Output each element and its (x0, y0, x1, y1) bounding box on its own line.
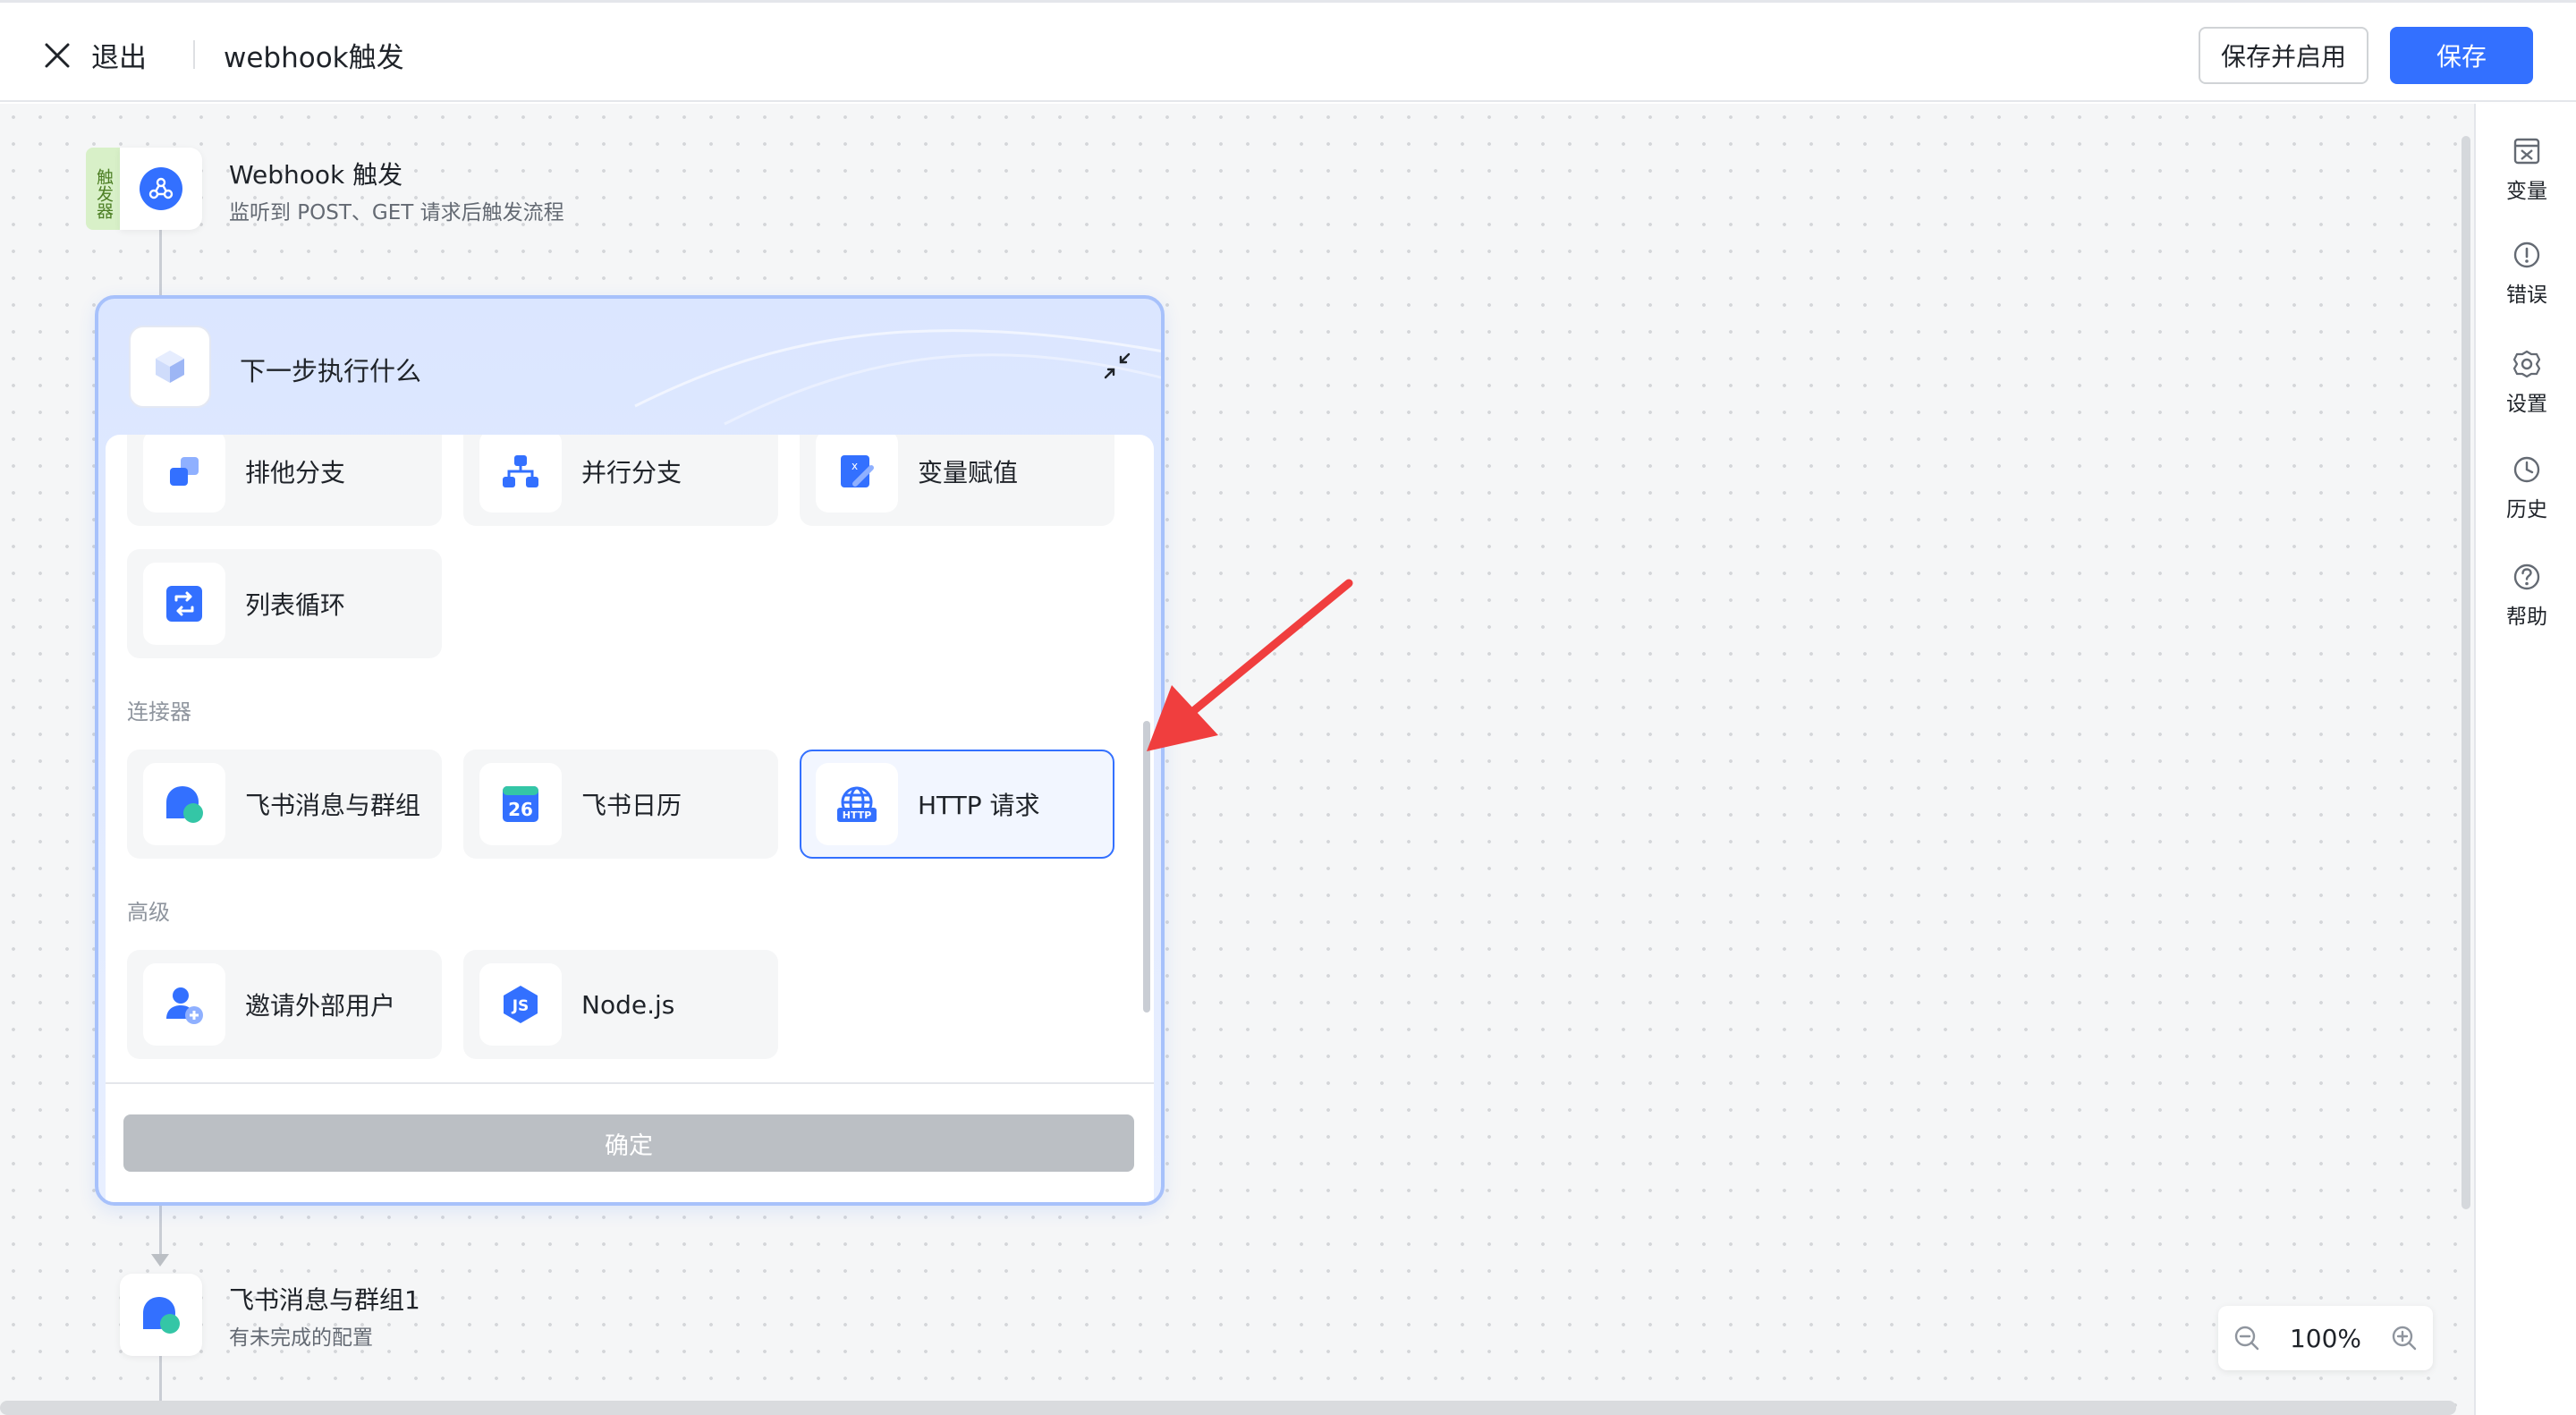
rail-item-history[interactable]: 历史 (2476, 454, 2576, 522)
rail-label: 帮助 (2506, 606, 2547, 629)
calendar-icon: 26 (479, 763, 562, 845)
canvas-horizontal-scrollbar[interactable] (0, 1401, 2456, 1415)
top-bar: 退出 webhook触发 保存并启用 保存 (0, 0, 2576, 102)
node-option-variable-assign[interactable]: x 变量赋值 (800, 435, 1114, 526)
webhook-icon (140, 167, 182, 210)
invite-user-icon (143, 963, 225, 1046)
collapse-icon[interactable] (1100, 349, 1134, 383)
next-step-panel: 下一步执行什么 排他分支 并行分支 x 变量赋值 列表循环 连接器 飞书消息与群… (95, 295, 1165, 1206)
chat-bubble-icon (143, 1297, 180, 1334)
zoom-control: 100% (2218, 1306, 2433, 1370)
trigger-tag: 触发器 (86, 148, 122, 230)
trigger-subtitle: 监听到 POST、GET 请求后触发流程 (229, 201, 564, 225)
card-label: HTTP 请求 (918, 791, 1040, 820)
node-option-exclusive-branch[interactable]: 排他分支 (127, 435, 442, 526)
rail-item-errors[interactable]: 错误 (2476, 240, 2576, 308)
connector-line (159, 230, 162, 298)
zoom-in-icon[interactable] (2390, 1324, 2419, 1352)
connector-line (159, 1356, 162, 1401)
card-label: Node.js (581, 989, 675, 1020)
nodejs-icon: JS (479, 963, 562, 1046)
node-option-list-loop[interactable]: 列表循环 (127, 549, 442, 658)
exclusive-branch-icon (143, 435, 225, 513)
nodejs-badge: JS (512, 997, 530, 1015)
zoom-out-icon[interactable] (2233, 1324, 2261, 1352)
section-label-advanced: 高级 (127, 900, 170, 925)
header-divider (193, 40, 195, 69)
node-option-invite-external-user[interactable]: 邀请外部用户 (127, 950, 442, 1059)
panel-footer: 确定 (106, 1082, 1154, 1202)
exit-label: 退出 (91, 42, 147, 74)
rail-label: 错误 (2506, 284, 2547, 307)
parallel-branch-icon (479, 435, 562, 513)
gear-icon (2512, 350, 2541, 378)
cube-icon (129, 326, 211, 408)
card-label: 并行分支 (581, 458, 682, 487)
list-loop-icon (143, 563, 225, 645)
next-node-subtitle: 有未完成的配置 (229, 1326, 373, 1350)
rail-item-settings[interactable]: 设置 (2476, 349, 2576, 417)
clock-icon (2513, 456, 2540, 483)
rail-label: 历史 (2506, 498, 2547, 521)
close-icon (45, 43, 70, 67)
right-toolbar: 变量 错误 设置 历史 帮助 (2474, 104, 2576, 1415)
next-node-title: 飞书消息与群组1 (229, 1285, 420, 1315)
trigger-node[interactable] (120, 148, 202, 230)
node-option-lark-calendar[interactable]: 26 飞书日历 (463, 750, 778, 859)
page-title: webhook触发 (224, 42, 404, 74)
connector-line (159, 1206, 162, 1256)
help-icon (2513, 563, 2540, 590)
error-icon (2513, 241, 2540, 268)
card-label: 邀请外部用户 (245, 991, 396, 1021)
rail-label: 设置 (2506, 393, 2547, 416)
svg-text:x: x (852, 460, 858, 472)
save-button[interactable]: 保存 (2390, 27, 2533, 84)
http-badge: HTTP (843, 809, 872, 821)
connector-arrow (151, 1254, 169, 1267)
panel-body[interactable]: 排他分支 并行分支 x 变量赋值 列表循环 连接器 飞书消息与群组 26 飞书日… (106, 435, 1154, 1113)
card-label: 排他分支 (245, 458, 346, 487)
section-label-connectors: 连接器 (127, 699, 191, 724)
card-label: 飞书消息与群组 (245, 791, 421, 820)
panel-title: 下一步执行什么 (240, 356, 422, 386)
variable-assign-icon: x (816, 435, 898, 513)
variable-icon (2513, 138, 2540, 165)
rail-label: 变量 (2506, 180, 2547, 203)
next-node[interactable] (120, 1274, 202, 1356)
canvas-vertical-scrollbar[interactable] (2462, 136, 2470, 1209)
node-option-nodejs[interactable]: JS Node.js (463, 950, 778, 1059)
card-label: 列表循环 (245, 590, 346, 620)
exit-button[interactable]: 退出 (41, 35, 147, 75)
annotation-arrow-icon (1147, 579, 1353, 751)
zoom-level: 100% (2289, 1323, 2362, 1353)
rail-item-variables[interactable]: 变量 (2476, 136, 2576, 204)
rail-item-help[interactable]: 帮助 (2476, 562, 2576, 630)
chat-bubble-icon (143, 763, 225, 845)
card-label: 飞书日历 (581, 791, 682, 820)
confirm-button[interactable]: 确定 (123, 1114, 1134, 1172)
save-and-enable-button[interactable]: 保存并启用 (2199, 27, 2368, 84)
node-option-lark-message[interactable]: 飞书消息与群组 (127, 750, 442, 859)
http-globe-icon: HTTP (816, 763, 898, 845)
calendar-day: 26 (508, 799, 533, 820)
trigger-title: Webhook 触发 (229, 160, 403, 190)
card-label: 变量赋值 (918, 458, 1019, 487)
node-option-parallel-branch[interactable]: 并行分支 (463, 435, 778, 526)
node-option-http-request[interactable]: HTTP HTTP 请求 (800, 750, 1114, 859)
